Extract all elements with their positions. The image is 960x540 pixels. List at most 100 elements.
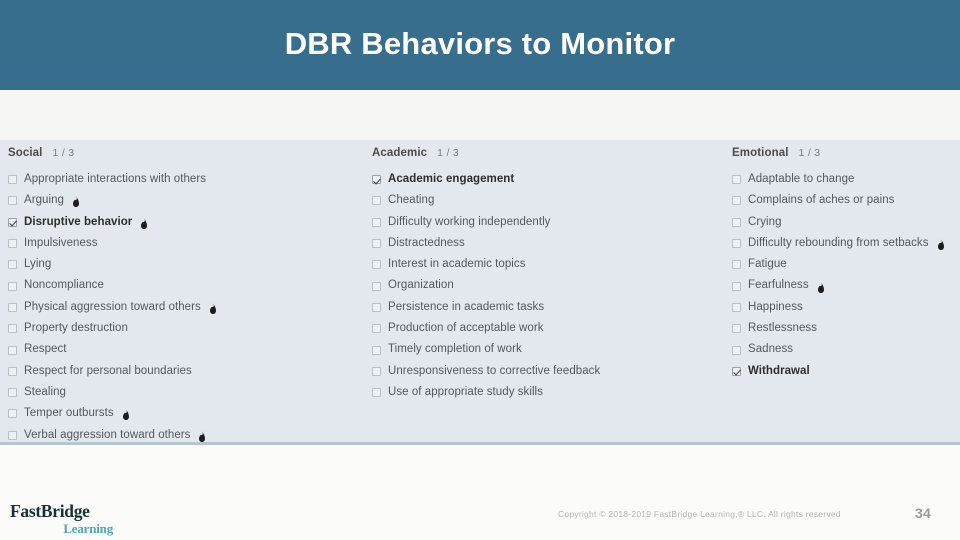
flame-icon bbox=[140, 217, 148, 229]
checkbox-unchecked-icon[interactable] bbox=[372, 324, 381, 334]
behavior-item[interactable]: Interest in academic topics bbox=[372, 254, 726, 275]
behavior-item-label: Arguing bbox=[24, 194, 64, 207]
behavior-item[interactable]: Noncompliance bbox=[8, 275, 366, 296]
slide: DBR Behaviors to Monitor Social 1 / 3 Appr… bbox=[0, 0, 960, 540]
behavior-item-label: Difficulty working independently bbox=[388, 215, 551, 228]
checkbox-unchecked-icon[interactable] bbox=[732, 196, 741, 206]
behavior-item[interactable]: Academic engagement bbox=[372, 169, 726, 190]
checkbox-unchecked-icon[interactable] bbox=[8, 281, 17, 291]
checkbox-unchecked-icon[interactable] bbox=[8, 196, 17, 206]
checkbox-unchecked-icon[interactable] bbox=[732, 345, 741, 355]
checkbox-unchecked-icon[interactable] bbox=[8, 345, 17, 355]
behavior-item[interactable]: Sadness bbox=[732, 339, 960, 360]
checkbox-unchecked-icon[interactable] bbox=[372, 260, 381, 270]
behavior-list-social: Appropriate interactions with others Argu… bbox=[8, 169, 366, 446]
behavior-item-label: Appropriate interactions with others bbox=[24, 173, 207, 185]
column-title: Social bbox=[8, 147, 43, 159]
behavior-item[interactable]: Happiness bbox=[732, 297, 960, 318]
behavior-item-label: Noncompliance bbox=[24, 279, 104, 292]
behavior-item[interactable]: Production of acceptable work bbox=[372, 318, 726, 339]
checkbox-unchecked-icon[interactable] bbox=[732, 302, 741, 312]
checkbox-checked-icon[interactable] bbox=[372, 175, 381, 185]
checkbox-unchecked-icon[interactable] bbox=[372, 217, 381, 227]
checkbox-unchecked-icon[interactable] bbox=[8, 175, 17, 185]
behavior-item[interactable]: Withdrawal bbox=[732, 361, 960, 382]
column-header-academic: Academic 1 / 3 bbox=[372, 147, 726, 163]
checkbox-unchecked-icon[interactable] bbox=[8, 239, 17, 249]
behavior-item[interactable]: Disruptive behavior bbox=[8, 212, 366, 233]
behavior-item[interactable]: Fearfulness bbox=[732, 275, 960, 296]
behavior-item-label: Disruptive behavior bbox=[24, 215, 133, 228]
checkbox-unchecked-icon[interactable] bbox=[8, 302, 17, 312]
checkbox-unchecked-icon[interactable] bbox=[8, 324, 17, 334]
checkbox-unchecked-icon[interactable] bbox=[372, 302, 381, 312]
behavior-item[interactable]: Stealing bbox=[8, 382, 366, 403]
behavior-item-label: Sadness bbox=[748, 343, 794, 356]
checkbox-unchecked-icon[interactable] bbox=[8, 430, 17, 440]
behavior-item-label: Verbal aggression toward others bbox=[24, 428, 191, 441]
checkbox-unchecked-icon[interactable] bbox=[732, 239, 741, 249]
checkbox-unchecked-icon[interactable] bbox=[372, 345, 381, 355]
behavior-item-label: Fearfulness bbox=[748, 279, 809, 292]
behavior-item[interactable]: Appropriate interactions with others bbox=[8, 169, 366, 190]
behavior-item-label: Property destruction bbox=[24, 322, 128, 335]
flame-icon bbox=[209, 302, 217, 314]
column-selection-count: 1 / 3 bbox=[798, 147, 821, 159]
checkbox-unchecked-icon[interactable] bbox=[372, 366, 381, 376]
behavior-item[interactable]: Complains of aches or pains bbox=[732, 190, 960, 211]
behavior-item[interactable]: Difficulty working independently bbox=[372, 212, 726, 233]
behavior-item[interactable]: Respect for personal boundaries bbox=[8, 361, 366, 382]
behavior-item-label: Respect bbox=[24, 343, 67, 356]
behavior-item-label: Unresponsiveness to corrective feedback bbox=[388, 364, 601, 377]
behavior-item-label: Stealing bbox=[24, 385, 66, 398]
behavior-item[interactable]: Arguing bbox=[8, 190, 366, 211]
behavior-item[interactable]: Timely completion of work bbox=[372, 339, 726, 360]
behavior-item[interactable]: Impulsiveness bbox=[8, 233, 366, 254]
behavior-item[interactable]: Temper outbursts bbox=[8, 403, 366, 424]
logo-wordmark-top: FastBridge bbox=[10, 501, 90, 521]
behavior-item-label: Cheating bbox=[388, 194, 435, 207]
behavior-item[interactable]: Cheating bbox=[372, 190, 726, 211]
behavior-item-label: Temper outbursts bbox=[24, 407, 114, 420]
behavior-item-label: Persistence in academic tasks bbox=[388, 300, 545, 313]
checkbox-unchecked-icon[interactable] bbox=[732, 175, 741, 185]
flame-icon bbox=[122, 409, 130, 421]
behavior-item[interactable]: Adaptable to change bbox=[732, 169, 960, 190]
checkbox-unchecked-icon[interactable] bbox=[732, 217, 741, 227]
behavior-item[interactable]: Persistence in academic tasks bbox=[372, 297, 726, 318]
behavior-item[interactable]: Difficulty rebounding from setbacks bbox=[732, 233, 960, 254]
behavior-item[interactable]: Verbal aggression toward others bbox=[8, 425, 366, 446]
behavior-item[interactable]: Unresponsiveness to corrective feedback bbox=[372, 361, 726, 382]
column-title: Academic bbox=[372, 147, 428, 159]
flame-icon bbox=[72, 196, 80, 208]
behavior-item[interactable]: Restlessness bbox=[732, 318, 960, 339]
checkbox-unchecked-icon[interactable] bbox=[8, 409, 17, 419]
checkbox-unchecked-icon[interactable] bbox=[372, 196, 381, 206]
behavior-item[interactable]: Distractedness bbox=[372, 233, 726, 254]
column-selection-count: 1 / 3 bbox=[52, 147, 75, 159]
behavior-item[interactable]: Respect bbox=[8, 339, 366, 360]
behavior-item-label: Restlessness bbox=[748, 322, 817, 335]
behavior-item[interactable]: Use of appropriate study skills bbox=[372, 382, 726, 403]
checkbox-unchecked-icon[interactable] bbox=[732, 281, 741, 291]
checkbox-unchecked-icon[interactable] bbox=[732, 260, 741, 270]
checkbox-checked-icon[interactable] bbox=[8, 217, 17, 227]
checkbox-unchecked-icon[interactable] bbox=[8, 388, 17, 398]
behavior-item[interactable]: Crying bbox=[732, 212, 960, 233]
behavior-item[interactable]: Lying bbox=[8, 254, 366, 275]
behavior-item-label: Respect for personal boundaries bbox=[24, 364, 192, 377]
checkbox-unchecked-icon[interactable] bbox=[372, 281, 381, 291]
behavior-item[interactable]: Organization bbox=[372, 275, 726, 296]
checkbox-unchecked-icon[interactable] bbox=[372, 388, 381, 398]
checkbox-checked-icon[interactable] bbox=[732, 366, 741, 376]
fastbridge-logo: FastBridge Learning bbox=[10, 501, 130, 534]
behavior-item[interactable]: Physical aggression toward others bbox=[8, 297, 366, 318]
checkbox-unchecked-icon[interactable] bbox=[8, 366, 17, 376]
behavior-item[interactable]: Fatigue bbox=[732, 254, 960, 275]
behavior-item-label: Physical aggression toward others bbox=[24, 300, 201, 313]
header-spacer bbox=[0, 90, 960, 140]
behavior-item[interactable]: Property destruction bbox=[8, 318, 366, 339]
checkbox-unchecked-icon[interactable] bbox=[8, 260, 17, 270]
checkbox-unchecked-icon[interactable] bbox=[372, 239, 381, 249]
checkbox-unchecked-icon[interactable] bbox=[732, 324, 741, 334]
